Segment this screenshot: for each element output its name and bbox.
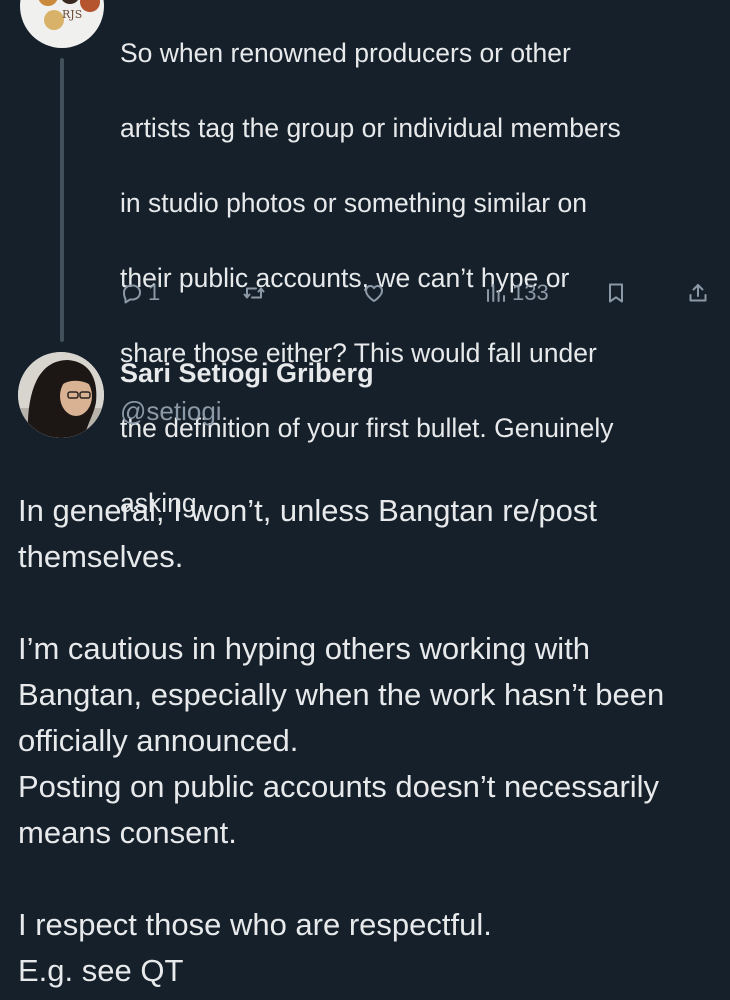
views-count: 133 [512,280,549,305]
retweet-icon [243,287,265,299]
tweet-body-line: I respect those who are respectful. [18,907,492,942]
tweet-body-line: means consent. [18,815,237,850]
views-button[interactable]: 133 [484,276,549,310]
avatar-food-item [80,0,100,12]
bookmark-icon [609,283,623,303]
bookmark-button[interactable] [604,276,628,310]
parent-tweet-avatar[interactable]: RJS [20,0,104,48]
parent-tweet-line: So when renowned producers or other [120,37,571,68]
avatar-food-item [38,0,58,6]
avatar-food-item [60,0,80,4]
parent-tweet-line: artists tag the group or individual memb… [120,112,621,143]
tweet-body-line: Bangtan, especially when the work hasn’t… [18,677,665,712]
tweet-body-line: themselves. [18,539,184,574]
tweet-body-line: officially announced. [18,723,299,758]
tweet-body: In general, I won’t, unless Bangtan re/p… [18,488,718,994]
author-avatar[interactable] [18,352,104,438]
author-name[interactable]: Sari Setiogi Griberg [120,358,374,389]
reply-count: 1 [148,280,161,305]
share-button[interactable] [686,276,710,310]
heart-icon [365,285,383,302]
share-icon [689,284,707,302]
tweet-body-line: In general, I won’t, unless Bangtan re/p… [18,493,598,528]
reply-button[interactable]: 1 [120,276,160,310]
tweet-body-line: E.g. see QT [18,953,184,988]
analytics-icon [487,284,505,302]
author-handle[interactable]: @setiogi [120,396,222,427]
comment-icon [123,284,141,304]
like-button[interactable] [362,276,386,310]
retweet-button[interactable] [242,276,266,310]
tweet-body-line: I’m cautious in hyping others working wi… [18,631,591,666]
parent-tweet-action-bar: 1 133 [0,276,730,310]
avatar-logo-text: RJS [62,8,83,21]
tweet-body-line: Posting on public accounts doesn’t neces… [18,769,660,804]
parent-tweet-line: in studio photos or something similar on [120,187,587,218]
avatar-food-item [44,10,64,30]
author-avatar-photo [18,352,104,438]
